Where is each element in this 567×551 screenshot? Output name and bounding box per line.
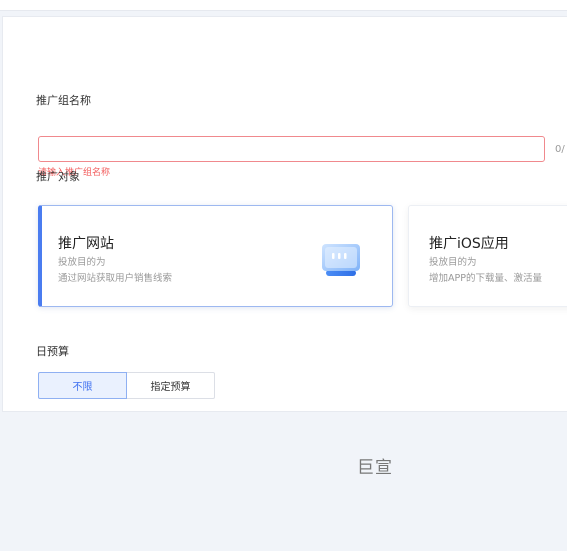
card-desc-line1: 投放目的为 [58,257,106,268]
card-desc-line1: 投放目的为 [429,257,477,268]
budget-label: 日预算 [36,345,69,358]
budget-specified-button[interactable]: 指定预算 [127,372,215,399]
card-desc-line2: 增加APP的下载量、激活量 [429,273,542,284]
top-strip [0,0,567,11]
card-desc-line2: 通过网站获取用户销售线索 [58,273,173,284]
card-title: 推广网站 [58,236,114,252]
form-panel: 推广组名称 0/ 请输入推广组名称 推广对象 推广网站 投放目的为 通过网站获取… [2,16,567,412]
budget-toggle-group: 不限 指定预算 [38,372,215,399]
target-label: 推广对象 [36,170,80,183]
target-card-ios[interactable]: 推广iOS应用 投放目的为 增加APP的下载量、激活量 [408,205,567,307]
group-name-counter: 0/ [555,144,565,155]
target-card-website[interactable]: 推广网站 投放目的为 通过网站获取用户销售线索 [38,205,393,307]
footer-brand-text: 巨宣 [357,458,393,478]
group-name-input[interactable] [38,136,545,162]
card-title: 推广iOS应用 [429,236,509,252]
group-name-label: 推广组名称 [36,94,91,107]
budget-unlimited-button[interactable]: 不限 [38,372,127,399]
monitor-icon [322,244,360,276]
